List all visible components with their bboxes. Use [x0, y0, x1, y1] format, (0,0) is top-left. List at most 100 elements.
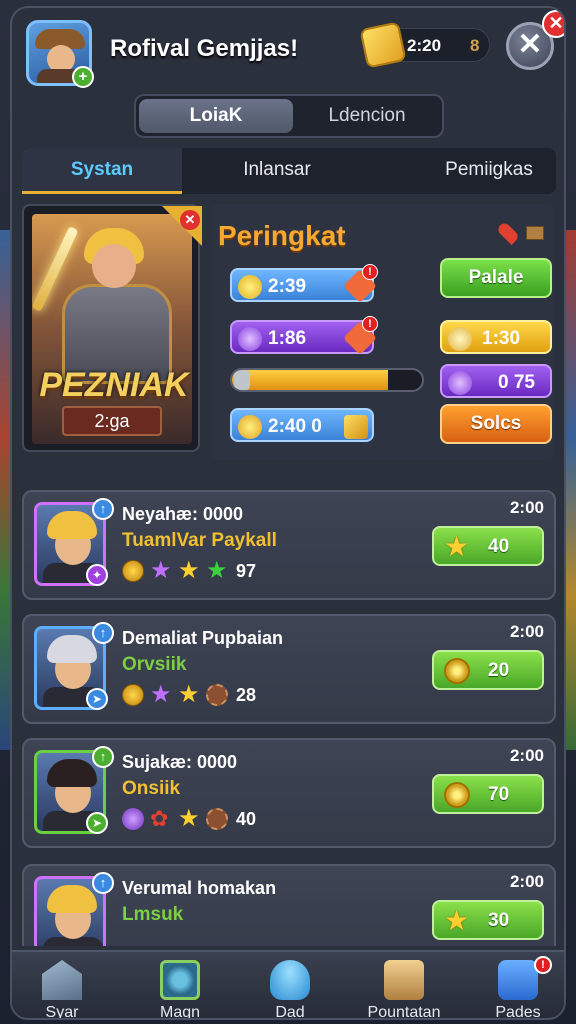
reward-value: 20 — [488, 660, 510, 681]
map-pin-icon[interactable] — [495, 220, 521, 246]
rank-badge-icon: ➤ — [86, 812, 108, 834]
feather-icon — [238, 327, 262, 351]
swirl-icon — [444, 658, 470, 684]
resource-count: 28 — [236, 685, 257, 705]
green-star-icon: ★ — [206, 557, 228, 584]
hero-name: PEZNIAK — [39, 366, 189, 404]
progress-knob[interactable] — [234, 370, 250, 390]
tab-systan[interactable]: Systan — [22, 148, 182, 194]
stat-pill-blue-2: 2:40 0 — [230, 408, 374, 442]
nav-magn[interactable]: Magn — [130, 956, 230, 1020]
supplies-icon — [384, 960, 424, 1000]
row-timer: 2:00 — [509, 872, 544, 891]
reward-button[interactable]: ★ 40 — [432, 526, 544, 566]
reward-value: 70 — [488, 784, 510, 805]
hero-card[interactable]: PEZNIAK 2:ga ✕ — [22, 204, 202, 452]
nav-pountatan[interactable]: Pountatan — [354, 956, 454, 1020]
upgrade-arrow-icon[interactable]: ↑ — [92, 498, 114, 520]
list-item[interactable]: ↑ Verumal homakan Lmsuk 2:00 ★ 30 — [22, 864, 556, 946]
flower-icon — [238, 275, 262, 299]
hero-portrait: PEZNIAK 2:ga — [32, 214, 192, 444]
list-item[interactable]: ↑ ➤ Demaliat Pupbaian Orvsiik ★ ★ 28 2:0… — [22, 614, 556, 724]
toggle-loiak[interactable]: LoiaK — [139, 99, 293, 133]
gold-bar-icon — [344, 415, 368, 439]
palale-button[interactable]: Palale — [440, 258, 552, 298]
gold-star-icon: ★ — [178, 805, 200, 832]
gold-coin-icon — [359, 21, 407, 69]
tab-pemiigkas[interactable]: Pemiigkas — [422, 148, 556, 194]
header: + Rofival Gemjjas! 2:20 8 ✕ ✕ — [12, 8, 564, 92]
currency-count: 8 — [470, 36, 480, 55]
nav-label: Syar — [45, 1004, 79, 1020]
drop-icon — [238, 415, 262, 439]
upgrade-arrow-icon[interactable]: ↑ — [92, 746, 114, 768]
progress-fill — [232, 370, 388, 390]
nav-label: Pades — [495, 1004, 541, 1020]
upgrade-arrow-icon[interactable]: ↑ — [92, 872, 114, 894]
hero-level-label: 2:ga — [62, 406, 162, 436]
ranking-panel: Peringkat 2:39 ! Palale 1:86 ! 1:30 0 75 — [210, 204, 554, 460]
nav-label: Magn — [159, 1004, 201, 1020]
crystal-icon — [270, 960, 310, 1000]
player-name: Neyahæ: 0000 — [122, 504, 244, 524]
stat-value: 1:30 — [482, 328, 521, 349]
purple-orb-icon — [122, 808, 144, 830]
gold-star-icon: ★ — [178, 681, 200, 708]
gold-star-icon: ★ — [178, 557, 200, 584]
progress-bar — [230, 368, 424, 392]
reward-value: 40 — [488, 536, 510, 557]
house-icon — [42, 960, 82, 1000]
nav-syar[interactable]: Syar — [12, 956, 112, 1020]
purple-star-icon: ★ — [150, 681, 172, 708]
horn-icon — [448, 327, 472, 351]
player-name: Sujakæ: 0000 — [122, 752, 238, 772]
bottom-nav: Syar Magn Dad Pountatan ! Pades — [12, 950, 564, 1020]
star-icon: ★ — [444, 531, 470, 562]
gold-gem-icon — [122, 560, 144, 582]
nav-label: Pountatan — [367, 1004, 441, 1020]
ranking-title: Peringkat — [218, 220, 346, 251]
page-title: Rofival Gemjjas! — [110, 35, 299, 62]
stat-pill-purple: 1:86 ! — [230, 316, 378, 355]
player-name: Verumal homakan — [122, 878, 277, 898]
close-badge-icon[interactable]: ✕ — [542, 10, 564, 38]
toggle-ldencion[interactable]: Ldencion — [293, 99, 441, 133]
list-item[interactable]: ↑ ➤ Sujakæ: 0000 Onsiik ✿ ★ 40 2:00 70 — [22, 738, 556, 848]
resource-count: 40 — [236, 809, 257, 829]
row-timer: 2:00 — [509, 498, 544, 517]
hero-face — [92, 244, 136, 288]
tab-inlansar[interactable]: Inlansar — [192, 148, 362, 194]
upgrade-arrow-icon[interactable]: ↑ — [92, 622, 114, 644]
nav-label: Dad — [275, 1004, 305, 1020]
player-subtitle: Orvsiik — [122, 654, 187, 675]
feather-icon — [448, 371, 472, 395]
stat-value: 2:40 0 — [268, 416, 322, 437]
tab-bar: Systan Inlansar Pemiigkas — [22, 148, 556, 194]
reward-button[interactable]: 20 — [432, 650, 544, 690]
row-timer: 2:00 — [509, 622, 544, 641]
notification-badge: ! — [534, 956, 552, 974]
currency-time: 2:20 — [407, 36, 442, 55]
reward-button[interactable]: 70 — [432, 774, 544, 814]
stat-pill-blue: 2:39 ! — [230, 264, 378, 303]
reward-button[interactable]: ★ 30 — [432, 900, 544, 940]
rank-badge-icon: ➤ — [86, 688, 108, 710]
nav-dad[interactable]: Dad — [240, 956, 340, 1020]
player-subtitle: Lmsuk — [122, 904, 184, 925]
player-subtitle: Onsiik — [122, 778, 181, 799]
purple-star-icon: ★ — [150, 557, 172, 584]
cog-icon — [206, 684, 228, 706]
row-timer: 2:00 — [509, 746, 544, 765]
stat-value: 0 75 — [498, 372, 535, 393]
avatar-plus-icon[interactable]: + — [72, 66, 94, 88]
list-item[interactable]: ↑ ✦ Neyahæ: 0000 TuamlVar Paykall ★ ★ ★ … — [22, 490, 556, 600]
gold-gem-icon — [122, 684, 144, 706]
mail-icon[interactable] — [526, 226, 544, 240]
stat-pill-purple-2: 0 75 — [440, 364, 552, 398]
solcs-button[interactable]: Solcs — [440, 404, 552, 444]
currency-display[interactable]: 2:20 8 — [359, 21, 490, 69]
nav-pades[interactable]: ! Pades — [468, 956, 564, 1020]
rank-badge-icon: ✦ — [86, 564, 108, 586]
close-icon[interactable]: ✕ — [180, 210, 200, 230]
alert-badge: ! — [362, 316, 378, 332]
